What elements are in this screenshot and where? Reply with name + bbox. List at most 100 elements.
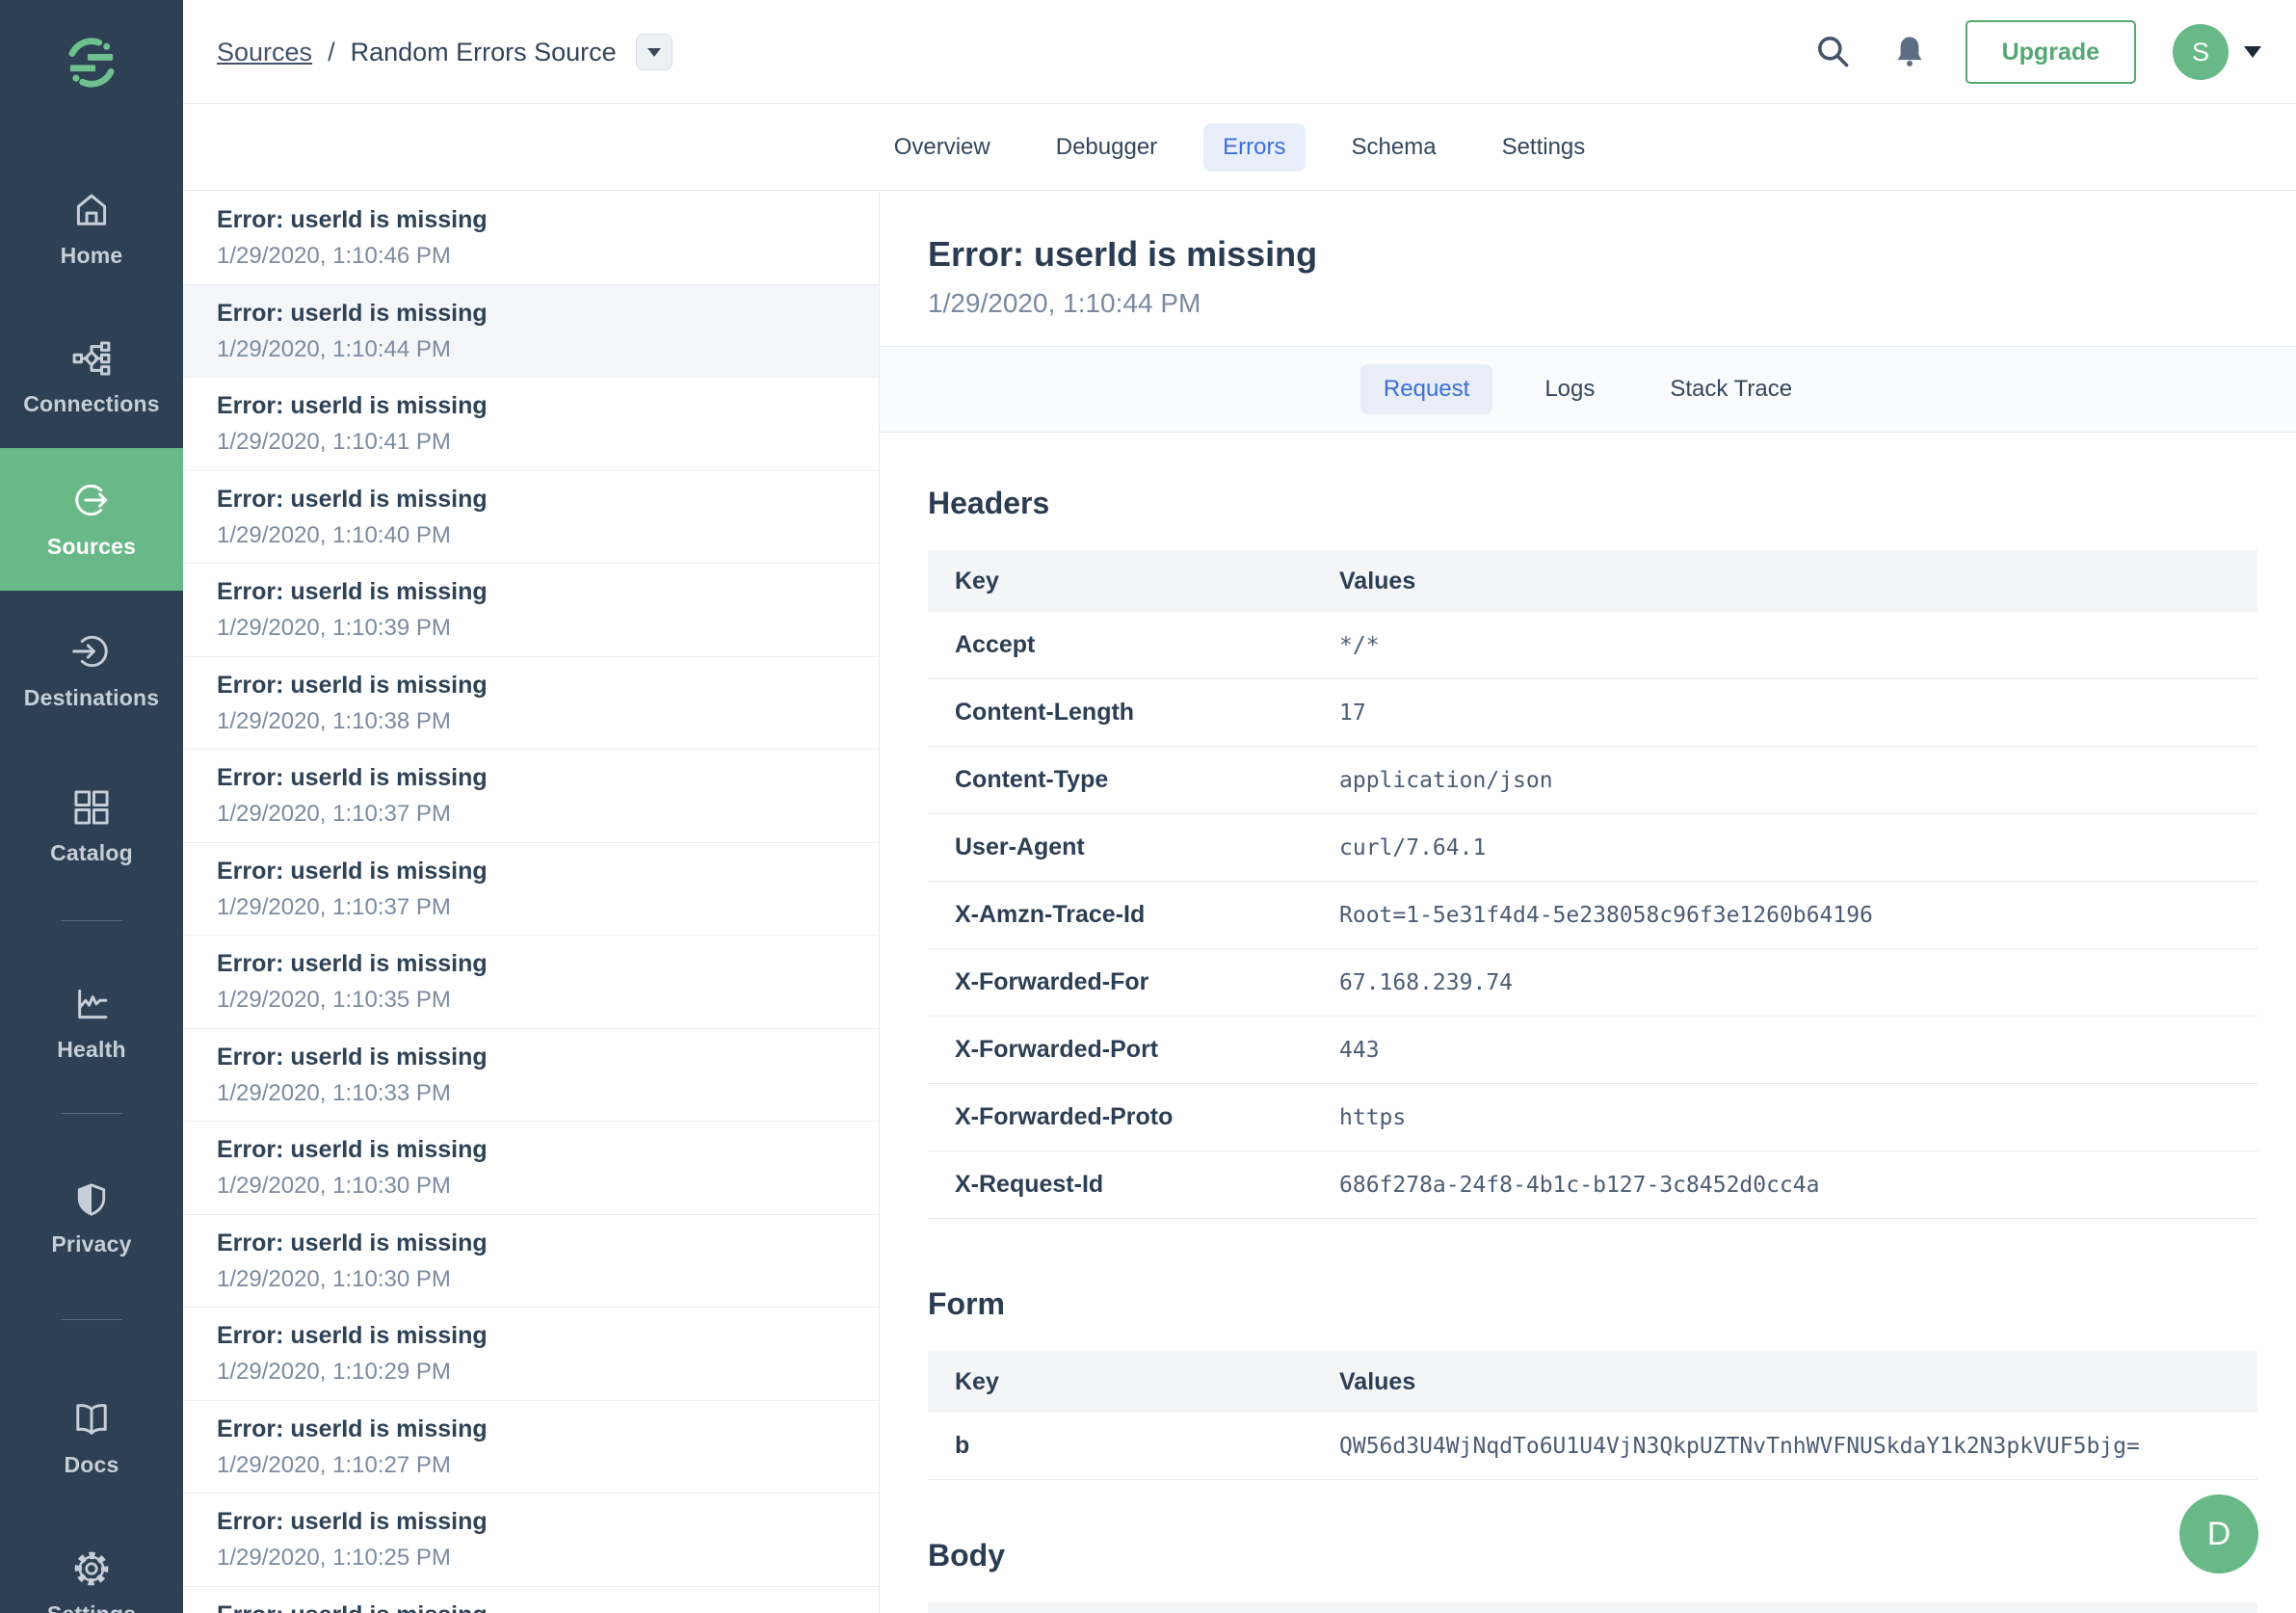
column-header-key: Key <box>955 567 999 595</box>
source-switcher-button[interactable] <box>635 34 673 70</box>
header-value: 17 <box>1339 700 1366 726</box>
error-timestamp: 1/29/2020, 1:10:46 PM <box>217 243 451 269</box>
list-item[interactable]: Error: userId is missing 1/29/2020, 1:10… <box>183 750 879 843</box>
breadcrumb-current: Random Errors Source <box>350 37 617 66</box>
header-value: 686f278a-24f8-4b1c-b127-3c8452d0cc4a <box>1339 1172 1820 1198</box>
table-row: X-Forwarded-Port 443 <box>928 1017 2257 1084</box>
error-timestamp: 1/29/2020, 1:10:30 PM <box>217 1173 451 1199</box>
header-key: Accept <box>955 631 1036 658</box>
search-button[interactable] <box>1813 32 1854 72</box>
list-item[interactable]: Error: userId is missing 1/29/2020, 1:10… <box>183 936 879 1029</box>
error-timestamp: 1/29/2020, 1:10:27 PM <box>217 1451 451 1478</box>
catalog-icon <box>74 790 109 825</box>
list-item[interactable]: Error: userId is missing 1/29/2020, 1:10… <box>183 378 879 471</box>
tab-debugger[interactable]: Debugger <box>1037 123 1176 172</box>
list-item[interactable]: Error: userId is missing 1/29/2020, 1:10… <box>183 284 879 378</box>
sidebar-item-settings[interactable]: Settings <box>0 1517 183 1613</box>
docs-icon <box>76 1404 107 1435</box>
error-timestamp: 1/29/2020, 1:10:44 PM <box>217 335 451 362</box>
sidebar-item-catalog[interactable]: Catalog <box>0 755 183 898</box>
header-actions: Upgrade S <box>1813 0 2261 104</box>
tab-schema[interactable]: Schema <box>1333 123 1456 172</box>
sidebar-item-home[interactable]: Home <box>0 158 183 301</box>
breadcrumb-separator: / <box>328 37 335 66</box>
list-item[interactable]: Error: userId is missing 1/29/2020, 1:10… <box>183 1215 879 1308</box>
list-item[interactable]: Error: userId is missing 1/29/2020, 1:10… <box>183 471 879 564</box>
header-value: curl/7.64.1 <box>1339 834 1487 860</box>
breadcrumb: Sources / Random Errors Source <box>217 0 673 104</box>
error-title: Error: userId is missing <box>217 206 488 233</box>
header-key: X-Forwarded-Proto <box>955 1103 1174 1130</box>
header-key: X-Forwarded-Port <box>955 1036 1159 1063</box>
detail-subtabs: Request Logs Stack Trace <box>880 346 2296 433</box>
form-table-rows: b QW56d3U4WjNqdTo6U1U4VjN3QkpUZTNvTnhWVF… <box>928 1413 2257 1480</box>
body-section-title: Body <box>928 1538 1005 1573</box>
sidebar-item-sources[interactable]: Sources <box>0 448 183 591</box>
error-detail-timestamp: 1/29/2020, 1:10:44 PM <box>928 288 1201 318</box>
chevron-down-icon <box>2244 46 2261 58</box>
sidebar-item-label: Privacy <box>51 1231 132 1256</box>
header-key: Content-Length <box>955 699 1135 726</box>
notifications-button[interactable] <box>1890 33 1929 71</box>
list-item[interactable]: Error: userId is missing 1/29/2020, 1:10… <box>183 564 879 657</box>
table-row: Content-Type application/json <box>928 747 2257 814</box>
sidebar-item-connections[interactable]: Connections <box>0 306 183 449</box>
error-timestamp: 1/29/2020, 1:10:33 PM <box>217 1079 451 1106</box>
tab-settings[interactable]: Settings <box>1483 123 1605 172</box>
table-header-row: Key Values <box>928 550 2257 612</box>
header-value: Root=1-5e31f4d4-5e238058c96f3e1260b64196 <box>1339 902 1873 928</box>
error-detail-header: Error: userId is missing 1/29/2020, 1:10… <box>880 192 2296 346</box>
tab-errors[interactable]: Errors <box>1203 122 1306 172</box>
connections-icon <box>72 341 111 376</box>
error-title: Error: userId is missing <box>217 299 488 327</box>
sidebar-item-privacy[interactable]: Privacy <box>0 1148 183 1290</box>
list-item[interactable]: Error: userId is missing 1/29/2020, 1:10… <box>183 657 879 750</box>
sidebar-item-docs[interactable]: Docs <box>0 1367 183 1510</box>
error-title: Error: userId is missing <box>217 578 488 605</box>
sidebar-item-label: Sources <box>46 534 137 559</box>
table-row: Content-Length 17 <box>928 679 2257 747</box>
subtab-logs[interactable]: Logs <box>1521 364 1618 414</box>
list-item[interactable]: Error: userId is missing 1/29/2020, 1:10… <box>183 1401 879 1494</box>
error-title: Error: userId is missing <box>217 485 488 513</box>
header-value: 443 <box>1339 1037 1380 1063</box>
list-item[interactable]: Error: userId is missing 1/29/2020, 1:10… <box>183 1308 879 1401</box>
error-list: Error: userId is missing 1/29/2020, 1:10… <box>183 192 880 1613</box>
list-item[interactable]: Error: userId is missing 1/29/2020, 1:10… <box>183 192 879 285</box>
upgrade-button[interactable]: Upgrade <box>1965 20 2136 84</box>
segment-logo-icon[interactable] <box>60 31 123 99</box>
header-value: https <box>1339 1104 1407 1130</box>
breadcrumb-sources-link[interactable]: Sources <box>217 38 312 67</box>
table-row: X-Forwarded-For 67.168.239.74 <box>928 949 2257 1017</box>
bell-icon <box>1897 37 1922 66</box>
sidebar-item-health[interactable]: Health <box>0 952 183 1095</box>
error-timestamp: 1/29/2020, 1:10:37 PM <box>217 801 451 827</box>
error-title: Error: userId is missing <box>217 1415 488 1442</box>
header-key: X-Forwarded-For <box>955 968 1149 995</box>
sidebar-item-label: Docs <box>64 1452 119 1477</box>
list-item[interactable]: Error: userId is missing <box>183 1587 879 1613</box>
error-title: Error: userId is missing <box>217 950 488 977</box>
list-item[interactable]: Error: userId is missing 1/29/2020, 1:10… <box>183 1029 879 1122</box>
error-timestamp: 1/29/2020, 1:10:40 PM <box>217 521 451 548</box>
tab-overview[interactable]: Overview <box>875 123 1010 172</box>
list-item[interactable]: Error: userId is missing 1/29/2020, 1:10… <box>183 843 879 936</box>
table-row: X-Request-Id 686f278a-24f8-4b1c-b127-3c8… <box>928 1151 2257 1219</box>
subtab-request[interactable]: Request <box>1359 364 1493 414</box>
avatar[interactable]: S <box>2173 24 2229 80</box>
table-row: X-Amzn-Trace-Id Root=1-5e31f4d4-5e238058… <box>928 882 2257 949</box>
subtab-stack-trace[interactable]: Stack Trace <box>1647 364 1815 414</box>
sidebar-item-label: Settings <box>47 1601 136 1613</box>
sidebar-item-label: Catalog <box>50 840 133 865</box>
account-menu[interactable]: S <box>2173 24 2261 80</box>
error-title: Error: userId is missing <box>217 857 488 885</box>
settings-icon <box>74 1551 109 1586</box>
sidebar-divider <box>61 920 122 921</box>
list-item[interactable]: Error: userId is missing 1/29/2020, 1:10… <box>183 1122 879 1215</box>
list-item[interactable]: Error: userId is missing 1/29/2020, 1:10… <box>183 1494 879 1587</box>
error-detail: Error: userId is missing 1/29/2020, 1:10… <box>880 192 2296 1613</box>
chat-widget-button[interactable]: D <box>2179 1494 2258 1573</box>
sidebar-item-destinations[interactable]: Destinations <box>0 599 183 742</box>
header-key: X-Amzn-Trace-Id <box>955 901 1146 928</box>
error-timestamp: 1/29/2020, 1:10:39 PM <box>217 615 451 641</box>
